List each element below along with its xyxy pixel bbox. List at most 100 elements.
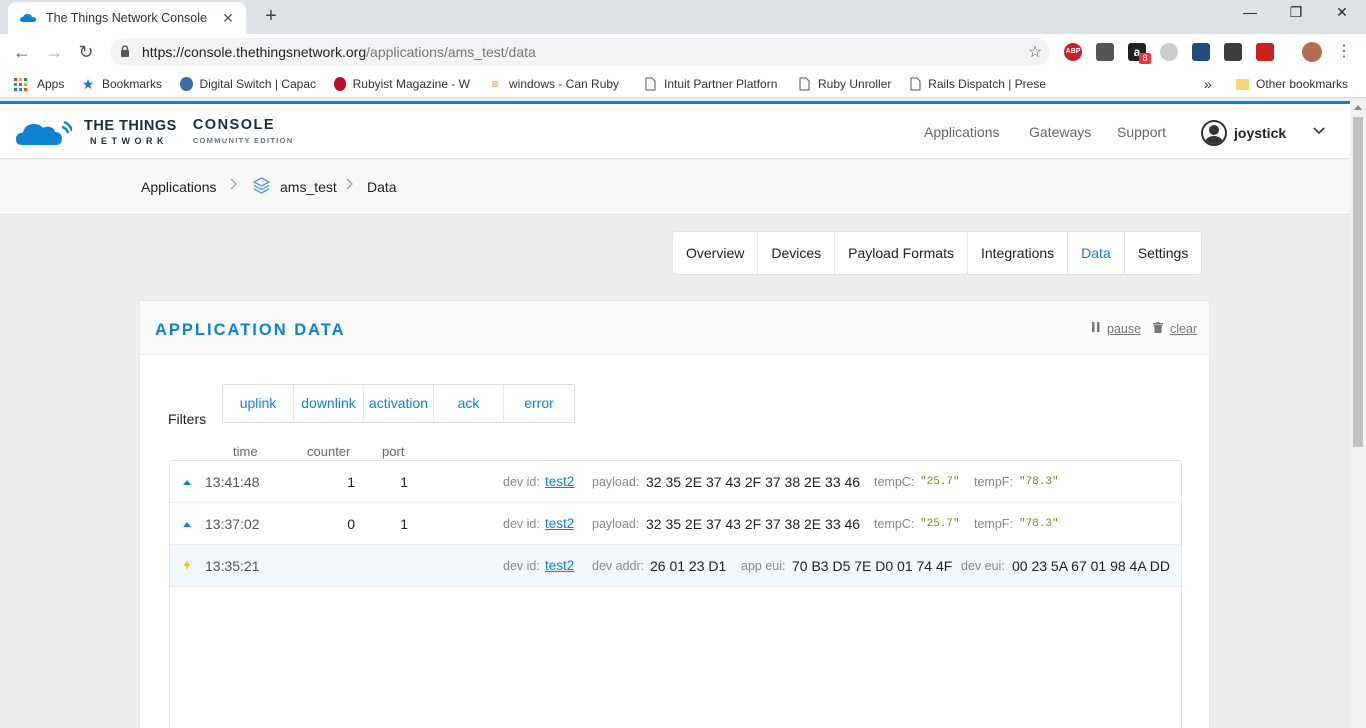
bookmark-intuit[interactable]: Intuit Partner Platforn <box>643 70 779 98</box>
ext-6-icon[interactable] <box>1224 43 1242 61</box>
restore-button[interactable]: ❐ <box>1284 4 1308 21</box>
pause-icon <box>1092 322 1100 335</box>
breadcrumb-ams-test[interactable]: ams_test <box>280 179 337 195</box>
new-tab-button[interactable]: + <box>260 5 282 28</box>
nav-gateways[interactable]: Gateways <box>1029 124 1091 140</box>
payload-label: payload: <box>592 517 640 531</box>
tab-close-icon[interactable]: ✕ <box>220 10 236 27</box>
table-row[interactable]: 13:35:21 dev id: test2 dev addr: 26 01 2… <box>170 545 1181 587</box>
ttn-logo[interactable]: THE THINGS NETWORK CONSOLE COMMUNITY EDITI… <box>16 118 294 148</box>
page-scrollbar[interactable] <box>1350 101 1366 728</box>
ttn-cloud-icon <box>16 120 72 145</box>
bookmark-label: windows - Can Ruby <box>509 77 620 91</box>
username: joystick <box>1234 125 1287 141</box>
column-header-port: port <box>382 444 405 459</box>
table-row[interactable]: 13:41:48 1 1 dev id: test2 payload: 32 3… <box>170 461 1181 503</box>
logo-network: NETWORK <box>90 135 168 146</box>
bookmark-apps[interactable]: Apps <box>14 70 64 98</box>
forward-button[interactable]: → <box>42 40 66 64</box>
tab-data[interactable]: Data <box>1068 232 1125 274</box>
clear-button[interactable]: clear <box>1170 322 1197 336</box>
breadcrumb-applications[interactable]: Applications <box>141 179 217 195</box>
scroll-up-arrow-icon[interactable] <box>1354 105 1362 110</box>
apps-grid-icon <box>14 77 27 91</box>
adblock-extension-icon[interactable]: ABP <box>1064 43 1082 61</box>
browser-tab-title: The Things Network Console <box>46 11 207 25</box>
tab-overview[interactable]: Overview <box>673 232 759 274</box>
profile-avatar[interactable] <box>1302 42 1322 62</box>
row-time: 13:37:02 <box>205 516 260 532</box>
ext-7-icon[interactable] <box>1256 43 1274 61</box>
console-header: THE THINGS NETWORK CONSOLE COMMUNITY EDITI… <box>0 104 1350 159</box>
row-port: 1 <box>400 474 408 490</box>
tab-devices[interactable]: Devices <box>758 232 836 274</box>
ext-5-icon[interactable] <box>1192 43 1210 61</box>
filter-ack[interactable]: ack <box>434 385 504 422</box>
minimize-button[interactable]: — <box>1238 4 1262 20</box>
bookmark-digital-switch[interactable]: Digital Switch | Capac <box>180 70 316 98</box>
bookmark-label: Apps <box>37 77 65 91</box>
bookmark-rubyist[interactable]: Rubyist Magazine - W <box>334 70 470 98</box>
filter-activation[interactable]: activation <box>364 385 434 422</box>
filter-error[interactable]: error <box>504 385 574 422</box>
user-avatar-icon <box>1201 120 1227 146</box>
browser-menu-icon[interactable]: ⋮ <box>1332 40 1356 64</box>
dev-id-link[interactable]: test2 <box>545 516 574 531</box>
table-row[interactable]: 13:37:02 0 1 dev id: test2 payload: 32 3… <box>170 503 1181 545</box>
breadcrumb: Applications ams_test Data <box>0 160 1350 215</box>
browser-tab-strip: The Things Network Console ✕ + — ❐ ✕ <box>0 0 1366 34</box>
filter-downlink[interactable]: downlink <box>294 385 364 422</box>
bookmarks-overflow-button[interactable]: » <box>1204 70 1212 98</box>
bookmark-ruby-unroller[interactable]: Ruby Unroller <box>797 70 891 98</box>
star-icon: ★ <box>81 76 95 92</box>
row-time: 13:35:21 <box>205 558 260 574</box>
breadcrumb-separator-icon <box>230 178 238 193</box>
row-counter: 1 <box>347 474 355 490</box>
filter-uplink[interactable]: uplink <box>223 385 294 422</box>
tempf-label: tempF: <box>974 475 1013 489</box>
close-window-button[interactable]: ✕ <box>1330 4 1354 21</box>
pocket-extension-icon[interactable] <box>1096 43 1114 61</box>
browser-tab[interactable]: The Things Network Console ✕ <box>8 2 246 34</box>
bookmark-label: Ruby Unroller <box>818 77 892 91</box>
application-stack-icon <box>252 177 271 194</box>
dev-id-label: dev id: <box>503 475 540 489</box>
ruby-icon <box>334 77 346 91</box>
dev-id-link[interactable]: test2 <box>545 558 574 573</box>
nav-support[interactable]: Support <box>1117 124 1166 140</box>
bookmark-rails-dispatch[interactable]: Rails Dispatch | Prese <box>910 70 1046 98</box>
application-data-panel: APPLICATION DATA pause clear Filters upl… <box>139 300 1210 728</box>
page-icon <box>797 77 811 91</box>
dev-addr-value: 26 01 23 D1 <box>650 558 727 574</box>
bookmark-star-icon[interactable]: ☆ <box>1020 42 1050 62</box>
tab-payload-formats[interactable]: Payload Formats <box>835 232 968 274</box>
url-path: /applications/ams_test/data <box>366 44 536 60</box>
page-content: THE THINGS NETWORK CONSOLE COMMUNITY EDITI… <box>0 101 1350 728</box>
scrollbar-thumb[interactable] <box>1353 117 1363 447</box>
breadcrumb-data: Data <box>367 179 397 195</box>
app-eui-label: app eui: <box>741 559 786 573</box>
panel-title: APPLICATION DATA <box>155 321 346 339</box>
logo-text-main: THE THINGS <box>84 117 177 134</box>
tempc-value: "25.7" <box>920 518 960 530</box>
bookmark-label: Digital Switch | Capac <box>199 77 317 91</box>
bookmarks-bar: Apps ★ Bookmarks Digital Switch | Capac … <box>0 70 1366 98</box>
other-bookmarks[interactable]: Other bookmarks <box>1236 70 1348 98</box>
tab-integrations[interactable]: Integrations <box>968 232 1069 274</box>
dev-id-link[interactable]: test2 <box>545 474 574 489</box>
folder-icon <box>1236 78 1249 90</box>
circle-extension-icon[interactable] <box>1160 43 1178 61</box>
user-menu[interactable]: joystick <box>1201 120 1325 146</box>
bookmark-bookmarks[interactable]: ★ Bookmarks <box>81 70 162 98</box>
address-bar[interactable]: https://console.thethingsnetwork.org/app… <box>110 38 1050 66</box>
logo-console-main: CONSOLE <box>192 117 276 133</box>
tab-settings[interactable]: Settings <box>1125 232 1202 274</box>
pause-button[interactable]: pause <box>1107 322 1141 336</box>
bookmark-windows-ruby[interactable]: ≡ windows - Can Ruby <box>488 70 622 98</box>
globe-icon <box>180 77 193 91</box>
back-button[interactable]: ← <box>10 40 34 64</box>
ttn-favicon-icon <box>20 14 36 22</box>
dev-addr-label: dev addr: <box>592 559 645 573</box>
nav-applications[interactable]: Applications <box>924 124 1000 140</box>
reload-button[interactable]: ↻ <box>74 40 98 64</box>
